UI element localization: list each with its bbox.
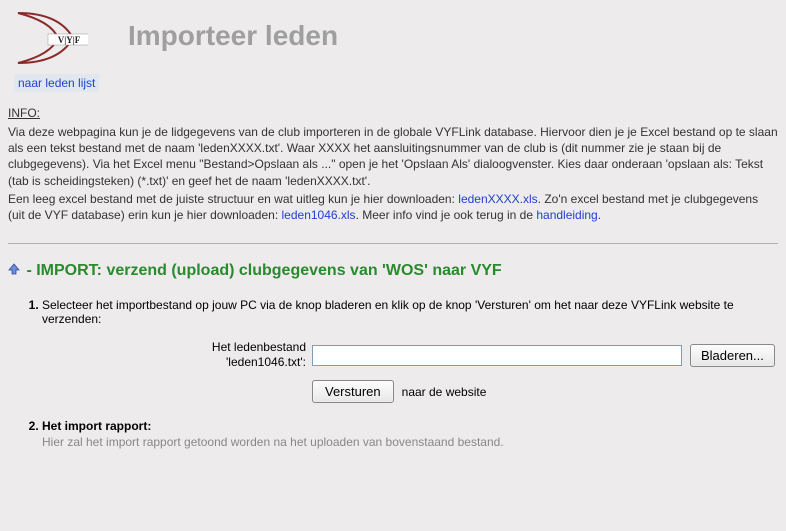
step-1: Selecteer het importbestand op jouw PC v…	[42, 298, 778, 403]
header: V|Y|F Importeer leden	[8, 8, 778, 68]
file-row: Het ledenbestand 'leden1046.txt': Blader…	[42, 340, 778, 370]
info-p2-pre: Een leeg excel bestand met de juiste str…	[8, 192, 458, 206]
steps-list: Selecteer het importbestand op jouw PC v…	[8, 298, 778, 449]
file-label-line2: 'leden1046.txt':	[226, 355, 306, 369]
download-template-link[interactable]: ledenXXXX.xls	[458, 192, 537, 206]
back-to-members-link[interactable]: naar leden lijst	[14, 74, 99, 92]
info-paragraph-1: Via deze webpagina kun je de lidgegevens…	[8, 124, 778, 189]
info-p2-post: . Meer info vind je ook terug in de	[356, 208, 537, 222]
info-paragraph-2: Een leeg excel bestand met de juiste str…	[8, 191, 778, 223]
logo: V|Y|F	[8, 8, 88, 68]
up-arrow-icon	[8, 262, 20, 280]
download-clubdata-link[interactable]: leden1046.xls	[282, 208, 356, 222]
file-label-line1: Het ledenbestand	[212, 340, 306, 354]
submit-button[interactable]: Versturen	[312, 380, 394, 403]
step-1-text: Selecteer het importbestand op jouw PC v…	[42, 298, 778, 326]
manual-link[interactable]: handleiding	[536, 208, 597, 222]
step-2: Het import rapport: Hier zal het import …	[42, 419, 778, 449]
browse-button[interactable]: Bladeren...	[690, 344, 775, 367]
submit-suffix: naar de website	[402, 385, 487, 399]
file-path-input[interactable]	[312, 345, 682, 366]
page-title: Importeer leden	[128, 20, 338, 52]
submit-row: Versturen naar de website	[312, 380, 778, 403]
step-2-title: Het import rapport:	[42, 419, 151, 433]
file-label: Het ledenbestand 'leden1046.txt':	[42, 340, 312, 370]
info-p2-end: .	[598, 208, 601, 222]
divider	[8, 243, 778, 244]
report-note: Hier zal het import rapport getoond word…	[42, 435, 778, 449]
import-section-heading: - IMPORT: verzend (upload) clubgegevens …	[8, 262, 778, 280]
import-section-heading-text: - IMPORT: verzend (upload) clubgegevens …	[22, 262, 502, 279]
info-heading: INFO:	[8, 106, 778, 120]
svg-text:V|Y|F: V|Y|F	[58, 35, 81, 45]
